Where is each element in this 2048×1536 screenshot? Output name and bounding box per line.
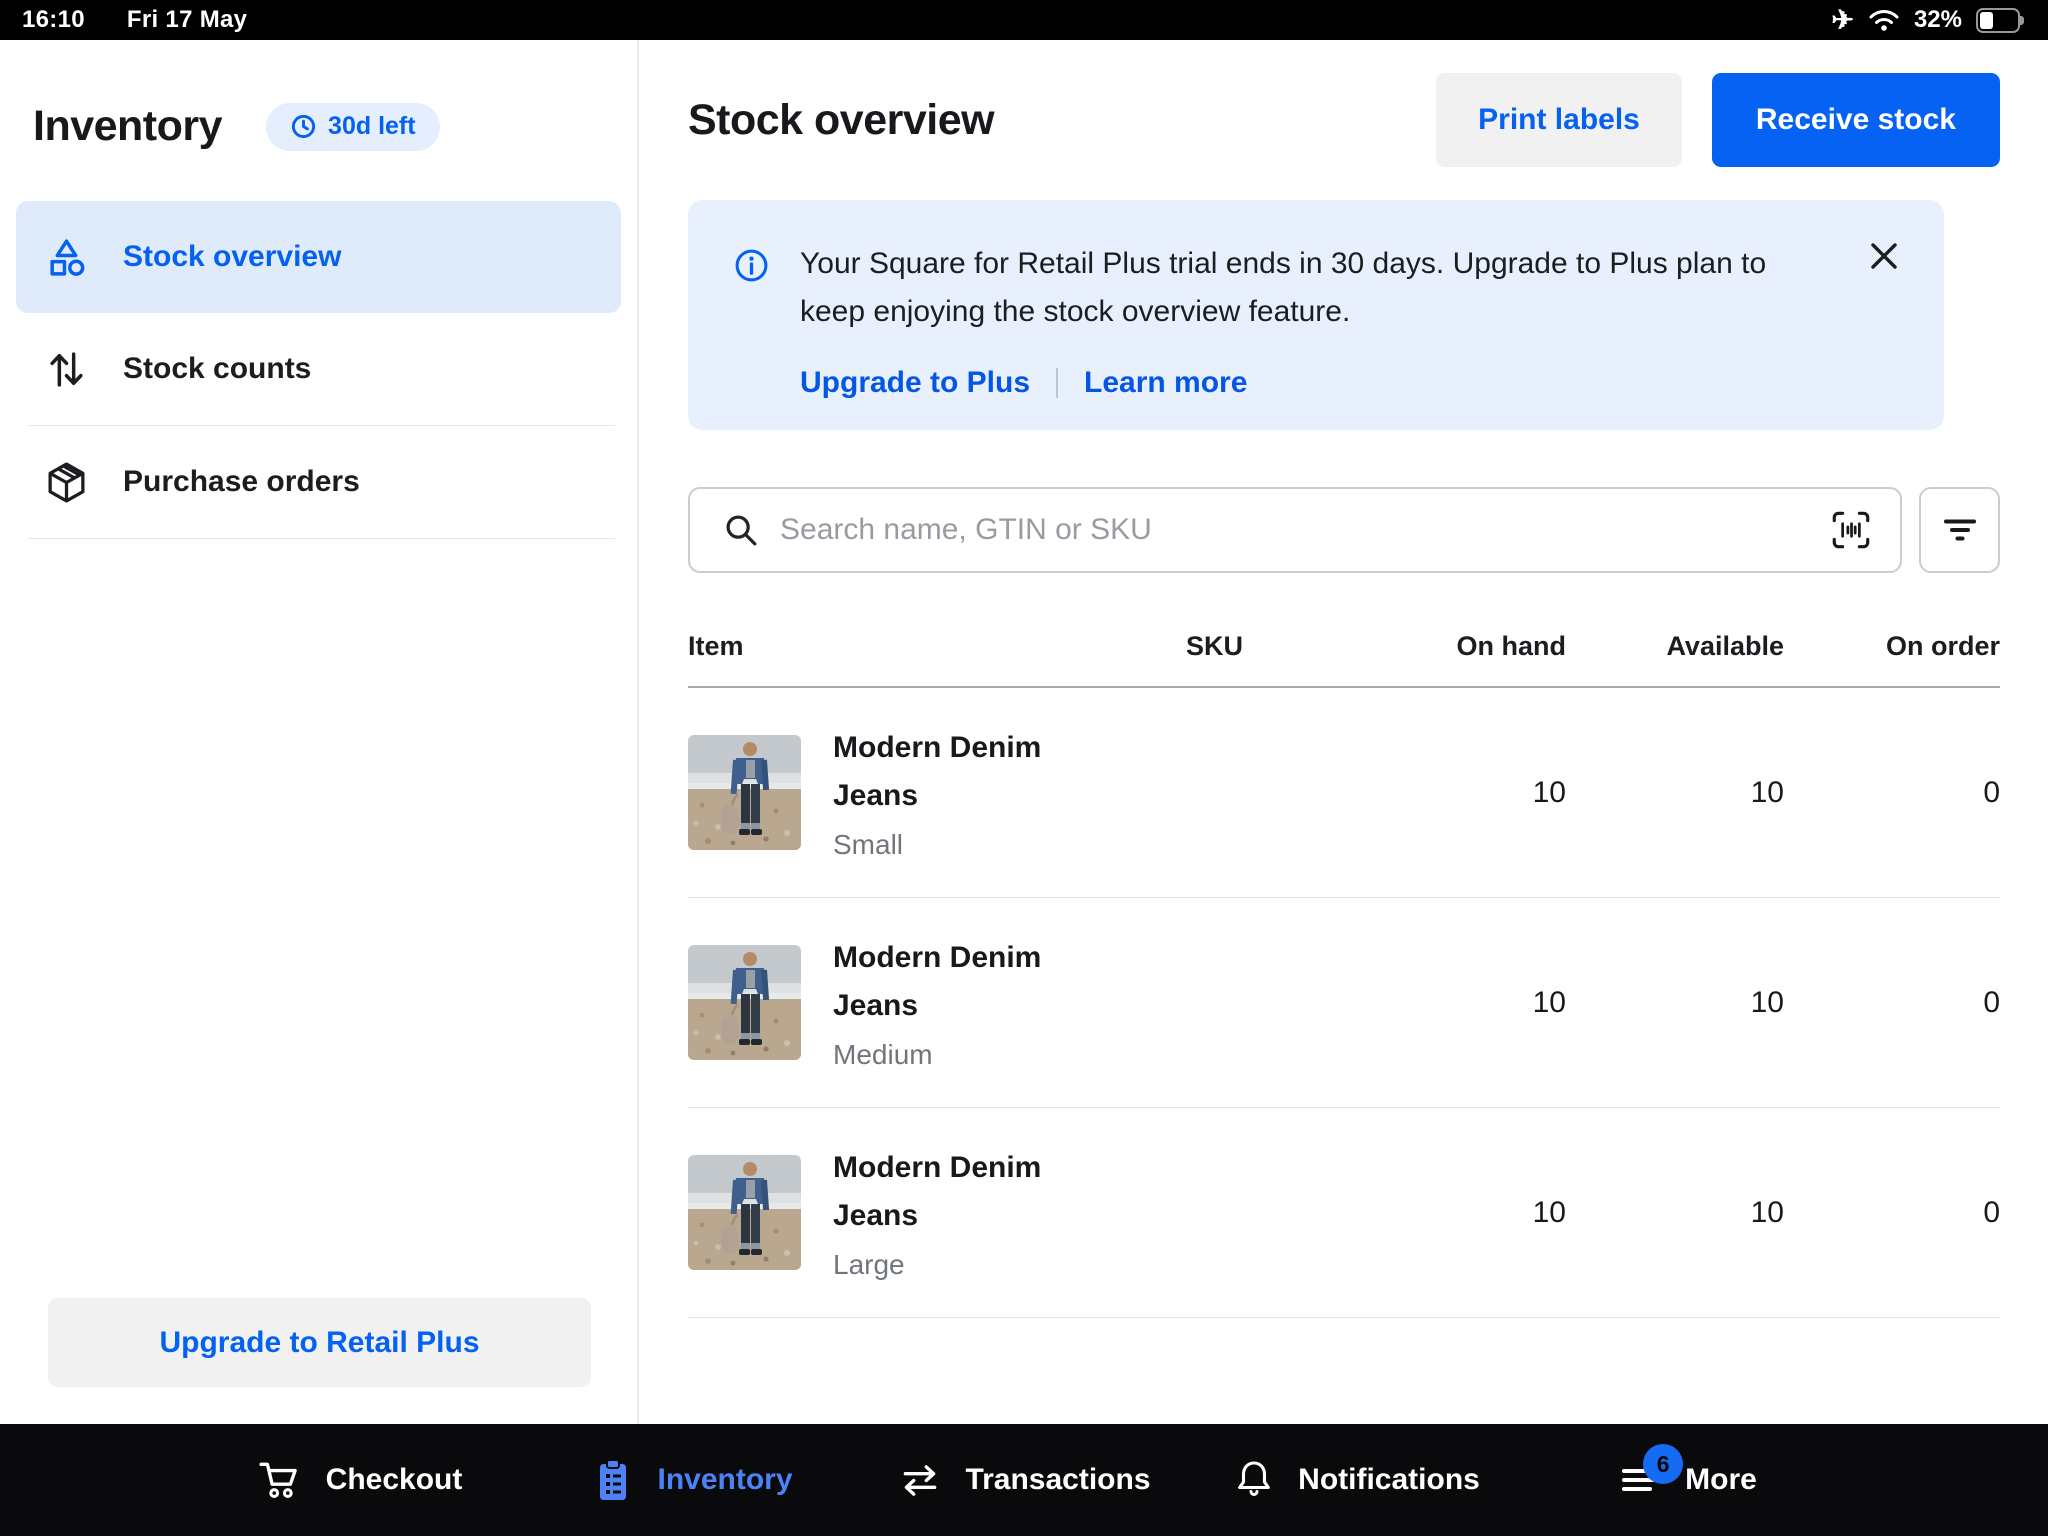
page-title: Stock overview [688,96,994,145]
product-image [688,735,801,850]
column-on-order: On order [1784,631,2000,662]
nav-item-transactions[interactable]: Transactions [858,1459,1190,1501]
column-on-hand: On hand [1388,631,1566,662]
table-row[interactable]: Modern Denim Jeans Small 10 10 0 [688,688,2000,898]
battery-icon [1976,8,2026,33]
nav-item-checkout[interactable]: Checkout [194,1459,526,1501]
nav-label: Checkout [326,1463,463,1497]
barcode-scan-icon[interactable] [1828,507,1874,553]
item-name: Modern Denim Jeans [833,724,1063,820]
nav-label: More [1685,1463,1757,1497]
table-row[interactable]: Modern Denim Jeans Medium 10 10 0 [688,898,2000,1108]
sidebar-item-stock-counts[interactable]: Stock counts [16,313,621,425]
trial-badge-label: 30d left [328,112,416,141]
sidebar-title: Inventory [33,102,222,151]
search-field[interactable] [688,487,1902,573]
table-header: Item SKU On hand Available On order [688,573,2000,688]
column-sku: SKU [1186,631,1388,662]
clock-icon [290,113,317,140]
sidebar-item-label: Stock counts [123,352,311,386]
item-on-hand: 10 [1388,986,1566,1020]
item-available: 10 [1566,776,1784,810]
sidebar-item-stock-overview[interactable]: Stock overview [16,201,621,313]
sidebar-nav: Stock overview Stock counts [16,201,621,539]
nav-label: Inventory [657,1463,792,1497]
item-name: Modern Denim Jeans [833,1144,1063,1240]
learn-more-link[interactable]: Learn more [1084,359,1247,407]
nav-item-notifications[interactable]: Notifications [1190,1457,1522,1503]
sidebar-item-purchase-orders[interactable]: Purchase orders [16,426,621,538]
trial-countdown-badge: 30d left [266,103,440,151]
clipboard-icon [591,1457,635,1503]
item-on-hand: 10 [1388,1196,1566,1230]
link-divider [1056,368,1058,398]
item-on-order: 0 [1784,986,2000,1020]
filter-button[interactable] [1919,487,2000,573]
sidebar: Inventory 30d left [0,40,639,1424]
notification-count-badge: 6 [1643,1444,1683,1484]
item-available: 10 [1566,986,1784,1020]
filter-icon [1938,508,1982,552]
product-image [688,945,801,1060]
item-on-order: 0 [1784,776,2000,810]
cart-icon [258,1459,304,1501]
item-available: 10 [1566,1196,1784,1230]
status-date: Fri 17 May [127,6,247,34]
upgrade-retail-plus-button[interactable]: Upgrade to Retail Plus [48,1298,591,1387]
item-on-order: 0 [1784,1196,2000,1230]
nav-item-inventory[interactable]: Inventory [526,1457,858,1503]
close-icon [1866,238,1902,274]
item-variant: Large [833,1249,1063,1281]
search-icon [720,509,762,551]
table-row[interactable]: Modern Denim Jeans Large 10 10 0 [688,1108,2000,1318]
screen: 16:10 Fri 17 May ✈ 32% Inventory [0,0,2048,1536]
nav-item-more[interactable]: 6 More [1522,1460,1854,1500]
wifi-icon [1868,8,1900,32]
bottom-nav: Checkout Inventory [0,1424,2048,1536]
trial-banner: Your Square for Retail Plus trial ends i… [688,200,1944,430]
receive-stock-button[interactable]: Receive stock [1712,73,2000,167]
nav-label: Transactions [965,1463,1150,1497]
sidebar-item-label: Stock overview [123,240,341,274]
battery-percent: 32% [1914,6,1962,34]
sidebar-item-label: Purchase orders [123,465,360,499]
sidebar-divider [28,538,615,539]
column-item: Item [688,631,1186,662]
product-image [688,1155,801,1270]
airplane-mode-icon: ✈ [1831,7,1854,34]
item-variant: Small [833,829,1063,861]
status-bar: 16:10 Fri 17 May ✈ 32% [0,0,2048,40]
nav-label: Notifications [1298,1463,1480,1497]
shapes-icon [44,235,89,280]
banner-close-button[interactable] [1862,234,1906,278]
clock-time: 16:10 [22,6,85,34]
search-input[interactable] [780,513,1810,547]
item-name: Modern Denim Jeans [833,934,1063,1030]
stock-table: Item SKU On hand Available On order [688,573,2000,1318]
upgrade-to-plus-link[interactable]: Upgrade to Plus [800,359,1030,407]
info-icon [733,247,770,430]
print-labels-button[interactable]: Print labels [1436,73,1682,167]
item-variant: Medium [833,1039,1063,1071]
column-available: Available [1566,631,1784,662]
transfer-arrows-icon [897,1459,943,1501]
package-box-icon [44,460,89,505]
item-on-hand: 10 [1388,776,1566,810]
up-down-arrows-icon [44,347,89,392]
trial-banner-message: Your Square for Retail Plus trial ends i… [800,240,1766,336]
bell-icon [1232,1457,1276,1503]
main-panel: Stock overview Print labels Receive stoc… [639,40,2048,1424]
